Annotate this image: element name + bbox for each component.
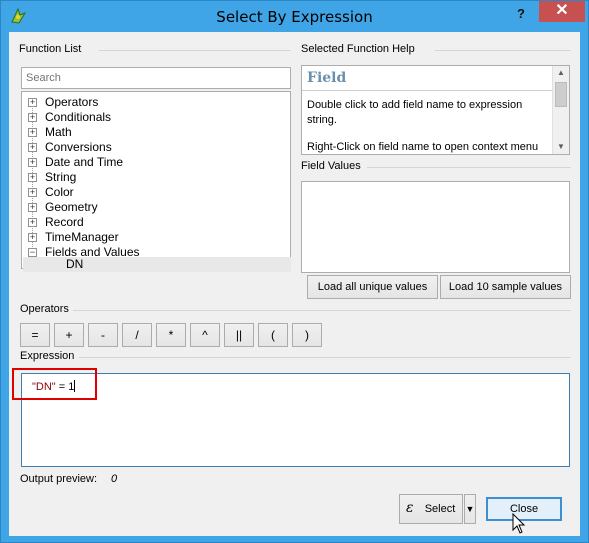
operator-close-paren-button[interactable]: ) bbox=[292, 323, 322, 347]
field-values-list[interactable] bbox=[301, 181, 570, 273]
expand-icon[interactable]: + bbox=[28, 113, 37, 122]
tree-item[interactable]: + String bbox=[22, 170, 290, 185]
help-label: Selected Function Help bbox=[301, 43, 415, 55]
tree-item-label: Operators bbox=[45, 95, 99, 109]
load-sample-values-button[interactable]: Load 10 sample values bbox=[440, 275, 571, 299]
function-search-input[interactable] bbox=[21, 67, 291, 89]
dialog-body: Function List + Operators + Conditionals… bbox=[9, 32, 580, 536]
dialog-window: Select By Expression ? ✕ Function List +… bbox=[0, 0, 589, 543]
collapse-icon[interactable]: − bbox=[28, 248, 37, 257]
function-tree[interactable]: + Operators + Conditionals + Math + Conv… bbox=[21, 91, 291, 272]
expression-label: Expression bbox=[20, 350, 75, 362]
title-bar[interactable]: Select By Expression ? ✕ bbox=[1, 1, 588, 32]
tree-item[interactable]: + Date and Time bbox=[22, 155, 290, 170]
expand-icon[interactable]: + bbox=[28, 143, 37, 152]
operator-divide-button[interactable]: / bbox=[122, 323, 152, 347]
function-list-label: Function List bbox=[19, 43, 82, 55]
scrollbar-thumb[interactable] bbox=[555, 82, 567, 107]
divider bbox=[99, 50, 291, 51]
tree-item[interactable]: + Conversions bbox=[22, 140, 290, 155]
field-values-label: Field Values bbox=[301, 160, 361, 172]
tree-item-label: Record bbox=[45, 215, 84, 229]
operators-label: Operators bbox=[20, 303, 69, 315]
tree-item-label: Conversions bbox=[45, 140, 112, 154]
output-preview-label: Output preview: bbox=[20, 473, 98, 485]
help-scrollbar[interactable]: ▲ ▼ bbox=[552, 66, 569, 154]
operator-minus-button[interactable]: - bbox=[88, 323, 118, 347]
divider bbox=[302, 90, 553, 91]
divider bbox=[79, 357, 571, 358]
operator-open-paren-button[interactable]: ( bbox=[258, 323, 288, 347]
tree-item[interactable]: + Operators bbox=[22, 95, 290, 110]
tree-child-item-dn[interactable]: DN bbox=[23, 257, 291, 272]
output-preview-value: 0 bbox=[111, 473, 118, 485]
help-heading: Field bbox=[307, 70, 347, 86]
tree-item[interactable]: + Record bbox=[22, 215, 290, 230]
load-all-values-button[interactable]: Load all unique values bbox=[307, 275, 438, 299]
expression-editor[interactable]: "DN" = 1 bbox=[21, 373, 570, 467]
expand-icon[interactable]: + bbox=[28, 173, 37, 182]
tree-item-label: Conditionals bbox=[45, 110, 112, 124]
operator-multiply-button[interactable]: * bbox=[156, 323, 186, 347]
expand-icon[interactable]: + bbox=[28, 233, 37, 242]
help-button[interactable]: ? bbox=[511, 6, 531, 26]
expression-icon: ε bbox=[406, 500, 414, 516]
tree-item[interactable]: + Conditionals bbox=[22, 110, 290, 125]
select-button-label: Select bbox=[424, 503, 456, 515]
expand-icon[interactable]: + bbox=[28, 128, 37, 137]
tree-item[interactable]: + Color bbox=[22, 185, 290, 200]
tree-item-label: Color bbox=[45, 185, 74, 199]
window-title: Select By Expression bbox=[216, 8, 373, 26]
help-pane: Field Double click to add field name to … bbox=[301, 65, 570, 155]
operator-plus-button[interactable]: + bbox=[54, 323, 84, 347]
help-text-line: Double click to add field name to expres… bbox=[307, 99, 523, 126]
tree-item-label: Date and Time bbox=[45, 155, 124, 169]
window-close-button[interactable]: ✕ bbox=[539, 1, 585, 22]
expand-icon[interactable]: + bbox=[28, 188, 37, 197]
select-dropdown-button[interactable]: ▼ bbox=[464, 494, 476, 524]
tree-item-label: String bbox=[45, 170, 77, 184]
tree-item[interactable]: + Geometry bbox=[22, 200, 290, 215]
tree-item[interactable]: + TimeManager bbox=[22, 230, 290, 245]
select-button[interactable]: ε Select bbox=[399, 494, 463, 524]
mouse-cursor-icon bbox=[512, 513, 526, 534]
operator-power-button[interactable]: ^ bbox=[190, 323, 220, 347]
expand-icon[interactable]: + bbox=[28, 158, 37, 167]
expression-highlight-annotation bbox=[12, 368, 97, 400]
tree-item-label: Math bbox=[45, 125, 72, 139]
scroll-down-icon[interactable]: ▼ bbox=[555, 140, 567, 154]
tree-item-label: TimeManager bbox=[45, 230, 119, 244]
tree-item-label: DN bbox=[66, 257, 84, 271]
help-text-line: Right-Click on field name to open contex… bbox=[307, 141, 539, 153]
divider bbox=[367, 167, 571, 168]
operator-equals-button[interactable]: = bbox=[20, 323, 50, 347]
expand-icon[interactable]: + bbox=[28, 98, 37, 107]
operator-concat-button[interactable]: || bbox=[224, 323, 254, 347]
divider bbox=[73, 310, 571, 311]
expand-icon[interactable]: + bbox=[28, 203, 37, 212]
expand-icon[interactable]: + bbox=[28, 218, 37, 227]
divider bbox=[435, 50, 571, 51]
tree-item-label: Geometry bbox=[45, 200, 98, 214]
tree-item[interactable]: + Math bbox=[22, 125, 290, 140]
scroll-up-icon[interactable]: ▲ bbox=[555, 66, 567, 80]
